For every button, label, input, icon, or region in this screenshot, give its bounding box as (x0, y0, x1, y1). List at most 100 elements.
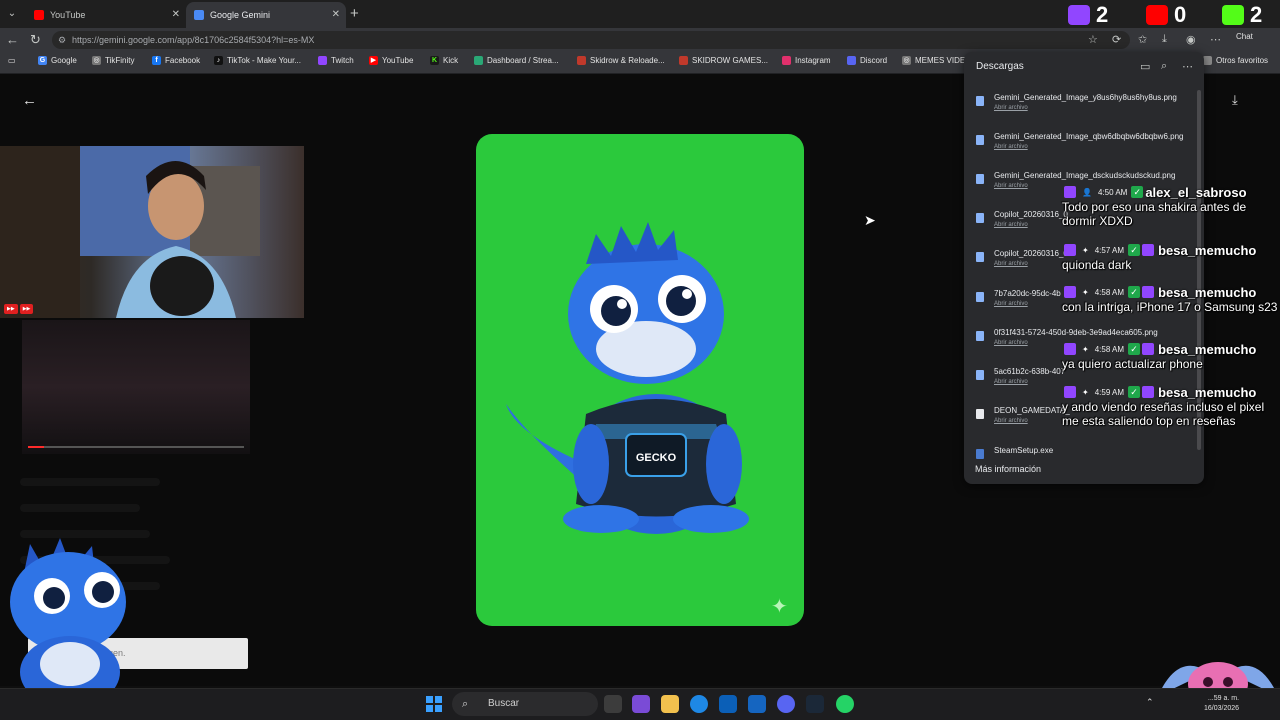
file-explorer-icon[interactable] (661, 695, 679, 713)
download-image-icon[interactable]: ⤓ (1232, 92, 1238, 108)
bookmark-label: SKIDROW GAMES... (692, 56, 769, 65)
bookmark-youtube[interactable]: ▶ YouTube (369, 56, 413, 65)
copilot-chat-button[interactable]: Chat (1236, 32, 1253, 41)
bookmark-tikfinity[interactable]: ◎ TikFinity (92, 56, 134, 65)
chat-message: ✦ 4:58 AM ✓ besa_memucho ya quiero actua… (1062, 341, 1278, 372)
mail-icon[interactable] (748, 695, 766, 713)
bookmark-facebook[interactable]: f Facebook (152, 56, 200, 65)
kick-viewer-count: 2 (1250, 2, 1263, 27)
chat-timestamp: 4:59 AM (1094, 387, 1125, 397)
svg-text:GECKO: GECKO (636, 452, 677, 464)
download-item[interactable]: Gemini_Generated_Image_qbw6dbqbw6dbqbw6.… (972, 132, 1192, 166)
address-bar[interactable]: ⚙ https://gemini.google.com/app/8c1706c2… (52, 31, 1130, 49)
edge-browser-icon[interactable] (690, 695, 708, 713)
open-folder-icon[interactable]: ▭ (1140, 60, 1150, 73)
webcam-person-illustration (0, 146, 260, 318)
vip-badge-icon: ✓ (1128, 386, 1141, 398)
bookmark-label: Discord (860, 56, 888, 65)
bookmark-label: Google (51, 56, 77, 65)
download-item[interactable]: SteamSetup.exe (972, 446, 1192, 460)
chat-text: ya quiero actualizar phone (1062, 357, 1203, 371)
whatsapp-icon[interactable] (836, 695, 854, 713)
youtube-viewer-counter: 0 (1146, 2, 1186, 28)
bookmark-tiktok[interactable]: ♪ TikTok - Make Your... (214, 56, 301, 65)
bookmark-kick[interactable]: K Kick (430, 56, 458, 65)
skidrow-icon (577, 56, 586, 65)
new-tab-icon[interactable]: + (350, 5, 359, 22)
reload-icon[interactable]: ↻ (30, 32, 41, 48)
search-icon[interactable]: ⌕ (1161, 60, 1167, 73)
platform-badge: ▶▶ (4, 304, 18, 314)
twitch-icon (1064, 386, 1076, 398)
downloads-icon[interactable]: ⤓ (1162, 33, 1167, 46)
tab-gemini[interactable]: Google Gemini ✕ (186, 2, 346, 28)
open-file-link[interactable]: Abrir archivo (994, 340, 1028, 346)
chat-text: Todo por eso una shakira antes de dormir… (1062, 200, 1247, 228)
task-view-icon[interactable] (604, 695, 622, 713)
steam-icon[interactable] (806, 695, 824, 713)
chat-message-header: ✦ 4:58 AM ✓ besa_memucho (1062, 284, 1278, 300)
taskbar-search-label: Buscar (488, 698, 520, 709)
open-file-link[interactable]: Abrir archivo (994, 144, 1028, 150)
open-file-link[interactable]: Abrir archivo (994, 222, 1028, 228)
kick-icon (1222, 5, 1244, 25)
generated-image[interactable]: GECKO (476, 134, 804, 626)
discord-icon[interactable] (777, 695, 795, 713)
open-file-link[interactable]: Abrir archivo (994, 418, 1028, 424)
more-options-icon[interactable]: ⋯ (1182, 60, 1193, 73)
bookmark-google[interactable]: G Google (38, 56, 77, 65)
tab-list-chevron-icon[interactable]: ⌄ (4, 6, 20, 22)
windows-start-icon[interactable] (426, 696, 442, 712)
file-icon (976, 331, 984, 341)
chat-timestamp: 4:58 AM (1094, 287, 1125, 297)
bookmark-skidrow-reloaded[interactable]: Skidrow & Reloade... (577, 56, 665, 65)
widgets-icon[interactable] (632, 695, 650, 713)
tab-youtube[interactable]: YouTube ✕ (26, 2, 186, 28)
bookmark-star-icon[interactable]: ☆ (1088, 33, 1098, 46)
bookmark-other-favorites[interactable]: Otros favoritos (1203, 56, 1268, 65)
twitch-viewer-count: 2 (1096, 2, 1109, 27)
taskbar-search[interactable]: ⌕ Buscar (452, 692, 598, 716)
file-icon (976, 252, 984, 262)
download-item[interactable]: Gemini_Generated_Image_y8us6hy8us6hy8us.… (972, 93, 1192, 127)
twitch-icon (318, 56, 327, 65)
gecko-mascot-overlay (10, 538, 126, 708)
close-tab-icon[interactable]: ✕ (172, 9, 180, 20)
sidebar-toggle-icon[interactable]: ▭ (8, 56, 16, 65)
bookmark-dashboard[interactable]: Dashboard / Strea... (474, 56, 559, 65)
open-file-link[interactable]: Abrir archivo (994, 183, 1028, 189)
mouse-cursor-icon: ➤ (864, 212, 876, 228)
skidrow-icon (679, 56, 688, 65)
twitch-icon (1064, 343, 1076, 355)
open-file-link[interactable]: Abrir archivo (994, 261, 1028, 267)
chat-timestamp: 4:50 AM (1097, 187, 1128, 197)
clock-time: ...59 a. m. (1207, 695, 1240, 702)
bookmark-skidrow-games[interactable]: SKIDROW GAMES... (679, 56, 768, 65)
microsoft-store-icon[interactable] (719, 695, 737, 713)
bookmark-instagram[interactable]: Instagram (782, 56, 831, 65)
discord-icon (847, 56, 856, 65)
close-tab-icon[interactable]: ✕ (332, 9, 340, 20)
file-icon (976, 370, 984, 380)
more-info-link[interactable]: Más información (975, 464, 1041, 474)
profile-avatar[interactable]: ◉ (1186, 33, 1196, 46)
system-clock[interactable]: ...59 a. m. 16/03/2026 (1204, 694, 1239, 714)
bookmark-twitch[interactable]: Twitch (318, 56, 354, 65)
subscriber-badge-icon (1142, 386, 1155, 398)
extensions-icon[interactable]: ⟳ (1112, 33, 1121, 46)
site-info-icon[interactable]: ⚙ (58, 31, 66, 49)
download-filename: 0f31f431-5724-450d-9deb-3e9ad4eca605.png (994, 328, 1158, 337)
favorites-icon[interactable]: ✩ (1138, 33, 1147, 46)
back-icon[interactable]: ← (6, 32, 19, 47)
open-file-link[interactable]: Abrir archivo (994, 379, 1028, 385)
back-arrow-icon[interactable]: ← (22, 92, 37, 109)
bookmark-discord[interactable]: Discord (847, 56, 887, 65)
bookmark-memes-videos[interactable]: ◎ MEMES VIDE (902, 56, 965, 65)
tray-chevron-icon[interactable]: ⌃ (1146, 697, 1154, 708)
chat-label: Chat (1236, 32, 1253, 41)
subscriber-badge-icon (1142, 286, 1155, 298)
menu-icon[interactable]: ⋯ (1210, 33, 1221, 46)
globe-icon: ◎ (902, 56, 911, 65)
open-file-link[interactable]: Abrir archivo (994, 301, 1028, 307)
open-file-link[interactable]: Abrir archivo (994, 105, 1028, 111)
